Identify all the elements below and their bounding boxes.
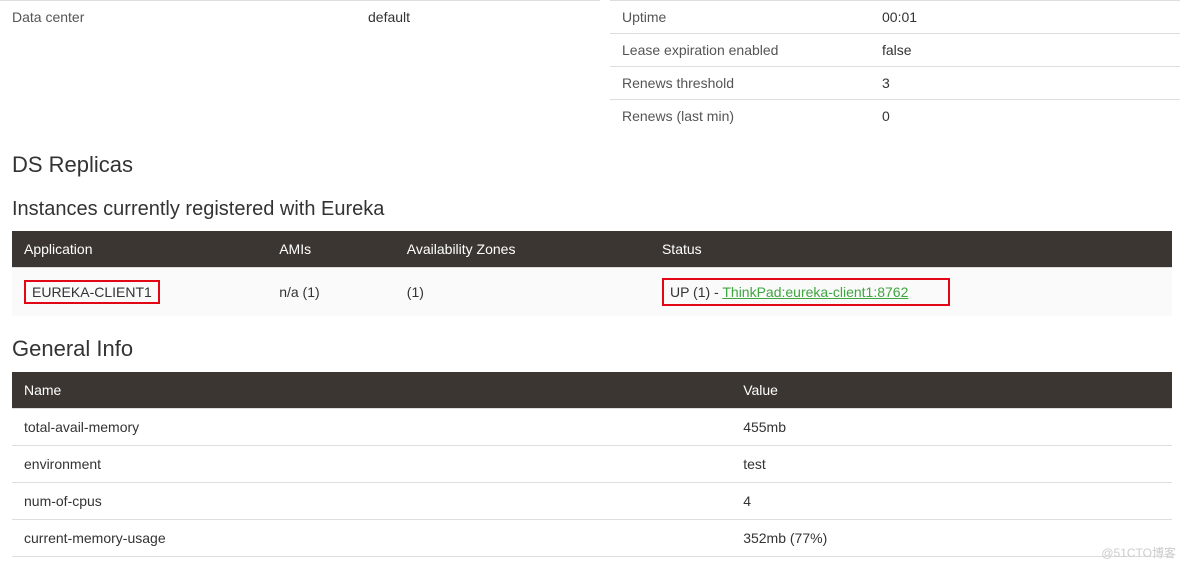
uptime-value: 00:01 [870,1,1180,34]
renews-lastmin-value: 0 [870,100,1180,133]
renews-lastmin-label: Renews (last min) [610,100,870,133]
renews-threshold-label: Renews threshold [610,67,870,100]
th-application: Application [12,231,267,268]
lease-expiration-label: Lease expiration enabled [610,34,870,67]
data-center-value: default [356,1,600,133]
table-row: environment test [12,446,1172,483]
watermark: @51CTO博客 [1101,544,1176,561]
th-amis: AMIs [267,231,395,268]
general-info-heading: General Info [12,336,1184,362]
th-zones: Availability Zones [395,231,650,268]
gi-value: 4 [731,483,1172,520]
table-row: Renews threshold 3 [610,67,1180,100]
application-name-highlight: EUREKA-CLIENT1 [24,280,160,304]
data-center-label: Data center [0,1,356,133]
gi-value: test [731,446,1172,483]
th-name: Name [12,372,731,409]
system-status-right-table: Uptime 00:01 Lease expiration enabled fa… [610,0,1180,132]
table-row: total-avail-memory 455mb [12,409,1172,446]
ds-replicas-heading: DS Replicas [12,152,1184,178]
gi-name: total-avail-memory [12,409,731,446]
table-row: num-of-cpus 4 [12,483,1172,520]
status-highlight: UP (1) - ThinkPad:eureka-client1:8762 [662,278,950,306]
table-row: current-memory-usage 352mb (77%) [12,520,1172,557]
table-row: EUREKA-CLIENT1 n/a (1) (1) UP (1) - Thin… [12,268,1172,317]
system-status-left-table: Data center default [0,0,600,132]
gi-name: environment [12,446,731,483]
table-row: Lease expiration enabled false [610,34,1180,67]
instances-table: Application AMIs Availability Zones Stat… [12,231,1172,316]
table-row: Renews (last min) 0 [610,100,1180,133]
table-row: Data center default [0,1,600,133]
gi-name: num-of-cpus [12,483,731,520]
instances-heading: Instances currently registered with Eure… [12,198,1184,221]
cell-status: UP (1) - ThinkPad:eureka-client1:8762 [650,268,1172,317]
cell-amis: n/a (1) [267,268,395,317]
uptime-label: Uptime [610,1,870,34]
status-prefix: UP (1) - [670,284,722,300]
gi-name: current-memory-usage [12,520,731,557]
table-row: Uptime 00:01 [610,1,1180,34]
renews-threshold-value: 3 [870,67,1180,100]
gi-value: 455mb [731,409,1172,446]
cell-zones: (1) [395,268,650,317]
general-info-table: Name Value total-avail-memory 455mb envi… [12,372,1172,557]
lease-expiration-value: false [870,34,1180,67]
cell-application: EUREKA-CLIENT1 [12,268,267,317]
instance-link[interactable]: ThinkPad:eureka-client1:8762 [722,284,908,300]
th-status: Status [650,231,1172,268]
th-value: Value [731,372,1172,409]
